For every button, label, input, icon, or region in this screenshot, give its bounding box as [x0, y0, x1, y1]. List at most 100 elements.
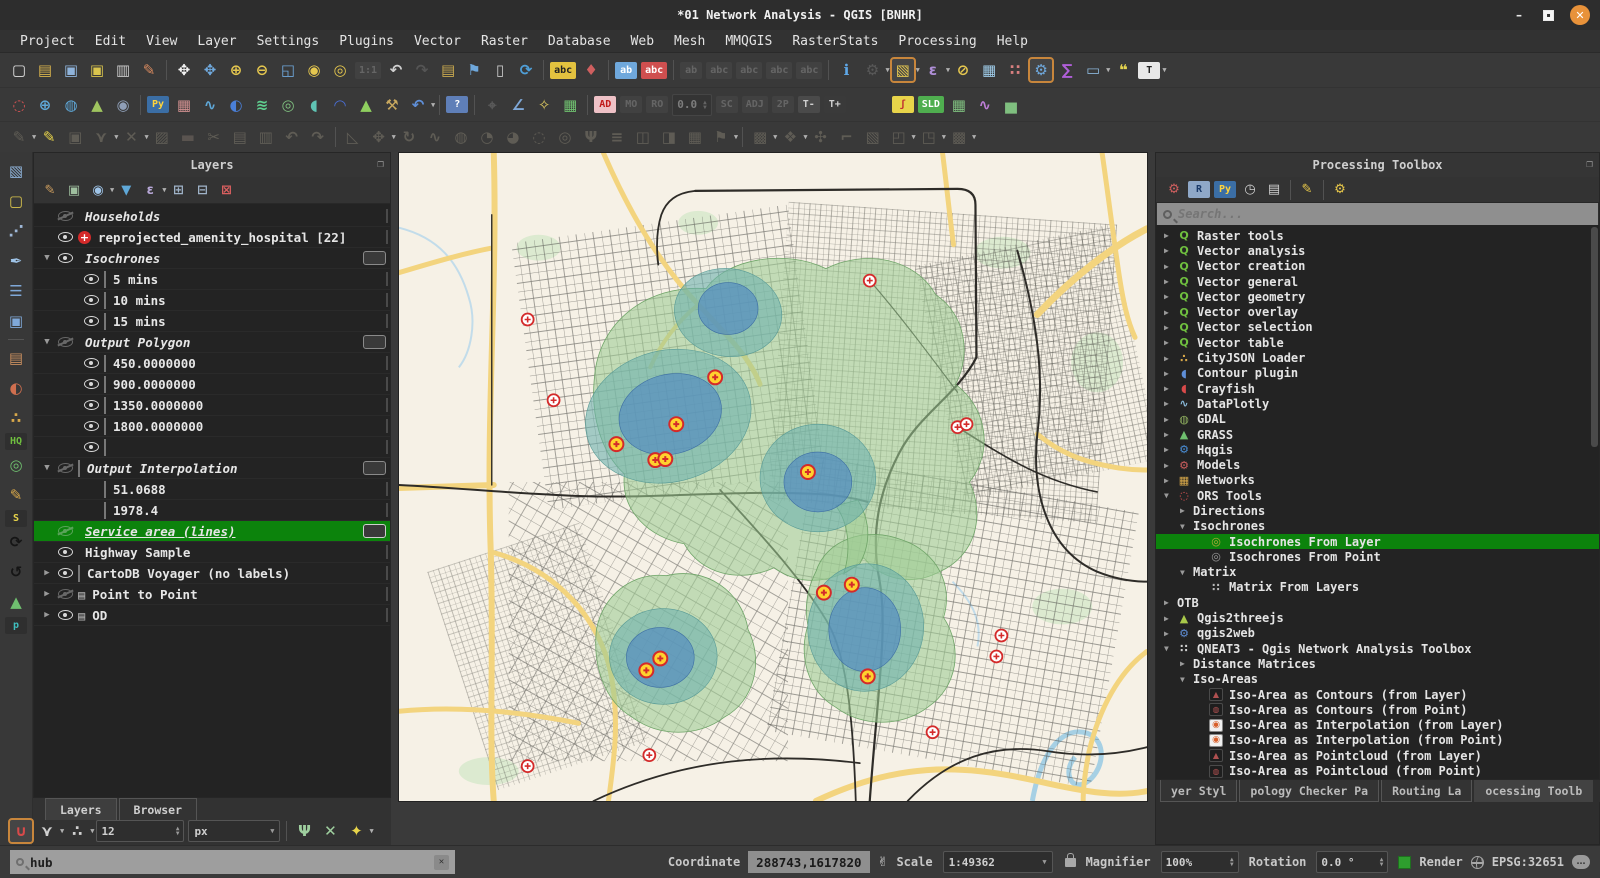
hospital-marker-selected[interactable]	[817, 586, 831, 600]
expander-icon[interactable]: ▶	[1164, 445, 1177, 454]
visibility-eye-icon[interactable]	[84, 379, 99, 389]
point-sampling-tool-icon[interactable]: ⚒	[380, 93, 404, 117]
history-icon[interactable]: ◷	[1239, 179, 1261, 201]
snapping-all-layers-icon[interactable]: ∴	[65, 819, 89, 843]
help-contents[interactable]: ?	[446, 96, 468, 113]
expander-icon[interactable]: ▶	[1164, 629, 1177, 638]
visibility-eye-icon[interactable]	[58, 337, 73, 347]
toolbox-item-gdal[interactable]: ▶◍GDAL	[1156, 412, 1599, 427]
toolbox-item-raster-tools[interactable]: ▶QRaster tools	[1156, 228, 1599, 243]
mouse-position-icon[interactable]: ✌	[878, 855, 889, 870]
grass-tools-icon[interactable]: ≋	[250, 93, 274, 117]
tab-routing-la[interactable]: Routing La	[1381, 780, 1472, 802]
menu-vector[interactable]: Vector	[404, 32, 471, 51]
panel-float-icon[interactable]: ❐	[1586, 157, 1593, 170]
layout-manager-icon[interactable]: ▥	[111, 58, 135, 82]
profile-plot-icon[interactable]: ∿	[973, 93, 997, 117]
save-project-as-icon[interactable]: ▣	[85, 58, 109, 82]
add-ows-layer-icon[interactable]: ⊕	[33, 93, 57, 117]
select-features-icon[interactable]: ▧	[891, 58, 915, 82]
metasearch-icon[interactable]: ◍	[59, 93, 83, 117]
toolbox-item-isochrones[interactable]: ▼Isochrones	[1156, 519, 1599, 534]
models-menu-icon[interactable]: ⚙	[1163, 179, 1185, 201]
bookmark-manager-icon[interactable]: ▯	[488, 58, 512, 82]
menu-project[interactable]: Project	[10, 32, 85, 51]
layer-item-reprojected-amenity-hospital-22[interactable]: +reprojected_amenity_hospital [22]	[34, 227, 390, 248]
hospital-marker-selected[interactable]	[669, 417, 683, 431]
rotate-point-symbols-dropdown-caret[interactable]: ▼	[803, 133, 807, 141]
map-canvas[interactable]	[398, 152, 1148, 802]
layer-item-highway-sample[interactable]: Highway Sample	[34, 542, 390, 563]
expander-icon[interactable]: ▶	[1164, 415, 1177, 424]
toolbox-item-vector-creation[interactable]: ▶QVector creation	[1156, 259, 1599, 274]
add-vector-layer-icon[interactable]: ▢	[3, 188, 29, 214]
serval-tool[interactable]: ʃ	[892, 96, 914, 113]
pan-to-selection-icon[interactable]: ✥	[198, 58, 222, 82]
tab-yer-styl[interactable]: yer Styl	[1160, 780, 1237, 802]
style-manager-icon[interactable]: ✎	[137, 58, 161, 82]
layer-indicator-badge[interactable]	[363, 335, 386, 349]
digitize-with-segment-dropdown-caret[interactable]: ▼	[114, 133, 118, 141]
menu-web[interactable]: Web	[621, 32, 664, 51]
expander-icon[interactable]: ▼	[40, 253, 54, 263]
expander-icon[interactable]: ▶	[1164, 323, 1177, 332]
open-project-icon[interactable]: ▤	[33, 58, 57, 82]
layer-item-point-to-point[interactable]: ▶▤Point to Point	[34, 584, 390, 605]
manage-map-themes-dropdown-caret[interactable]: ▼	[110, 186, 114, 194]
snapping-on-intersection-icon[interactable]: ✕	[318, 819, 342, 843]
profile-tool-icon[interactable]: ▲	[354, 93, 378, 117]
scale-select[interactable]: 1:49362▼	[943, 851, 1053, 873]
expander-icon[interactable]: ▶	[1180, 659, 1193, 668]
menu-processing[interactable]: Processing	[888, 32, 986, 51]
open-attribute-table-icon[interactable]: ▦	[977, 58, 1001, 82]
visibility-eye-icon[interactable]	[84, 442, 99, 452]
table-refresh-icon[interactable]: ▦	[558, 93, 582, 117]
hospital-marker-selected[interactable]	[609, 437, 623, 451]
zoom-out-icon[interactable]: ⊖	[250, 58, 274, 82]
expander-icon[interactable]: ▶	[1164, 338, 1177, 347]
crayfish-plot-icon[interactable]: ◖	[302, 93, 326, 117]
deselect-features-icon[interactable]: ⊘	[951, 58, 975, 82]
open-layer-styling-icon[interactable]: ✎	[39, 179, 61, 201]
toggle-editing-icon[interactable]: ✎	[37, 125, 61, 149]
new-project-icon[interactable]: ▢	[7, 58, 31, 82]
identify-features-icon[interactable]: ℹ	[834, 58, 858, 82]
menu-mmqgis[interactable]: MMQGIS	[715, 32, 782, 51]
menu-database[interactable]: Database	[538, 32, 621, 51]
filter-legend-icon[interactable]: ▼	[115, 179, 137, 201]
self-snapping-icon[interactable]: ✦	[344, 819, 368, 843]
expander-icon[interactable]: ▶	[40, 610, 54, 620]
gdrive-layers-icon[interactable]: ▲	[3, 589, 29, 615]
layer-item-10-mins[interactable]: 10 mins	[34, 290, 390, 311]
visibility-eye-icon[interactable]	[84, 358, 99, 368]
layer-item-1350-0000000[interactable]: 1350.0000000	[34, 395, 390, 416]
visibility-eye-icon[interactable]	[58, 568, 73, 578]
measure-line-icon[interactable]: ▭	[1081, 58, 1105, 82]
expander-icon[interactable]: ▶	[1164, 614, 1177, 623]
toolbox-item-iso-area-as-pointcloud-from-point-[interactable]: ◍Iso-Area as Pointcloud (from Point)	[1156, 763, 1599, 778]
hospital-marker[interactable]	[960, 418, 972, 430]
toolbox-item-cityjson-loader[interactable]: ▶∴CityJSON Loader	[1156, 350, 1599, 365]
hospital-marker-selected[interactable]	[708, 370, 722, 384]
toolbox-item-matrix-from-layers[interactable]: ∷Matrix From Layers	[1156, 580, 1599, 595]
layer-item-households[interactable]: Households	[34, 206, 390, 227]
hospital-marker-selected[interactable]	[639, 663, 653, 677]
cad-t-plus[interactable]: T+	[824, 96, 846, 113]
zoom-to-selection-icon[interactable]: ◉	[302, 58, 326, 82]
visibility-eye-icon[interactable]	[58, 211, 73, 221]
expander-icon[interactable]: ▶	[1164, 231, 1177, 240]
refresh-plugin-icon[interactable]: ⟳	[3, 529, 29, 555]
menu-view[interactable]: View	[136, 32, 187, 51]
revert-plugin-icon[interactable]: ↺	[3, 559, 29, 585]
layer-item-15-mins[interactable]: 15 mins	[34, 311, 390, 332]
python-console[interactable]: Py	[147, 96, 169, 113]
hospital-marker-selected[interactable]	[653, 651, 667, 665]
filter-by-expression-icon[interactable]: ε	[139, 179, 161, 201]
data-source-manager-icon[interactable]: ▧	[3, 158, 29, 184]
lock-scale-icon[interactable]	[1065, 858, 1076, 867]
sentinel-tool[interactable]: S	[5, 510, 27, 527]
maximize-button[interactable]: ▪	[1543, 10, 1554, 21]
magnifier-spinner[interactable]: 100%▲▼	[1161, 851, 1239, 873]
toolbox-item-iso-area-as-interpolation-from-layer-[interactable]: ◉Iso-Area as Interpolation (from Layer)	[1156, 718, 1599, 733]
append-features-to-layer-icon[interactable]: ▦	[947, 93, 971, 117]
